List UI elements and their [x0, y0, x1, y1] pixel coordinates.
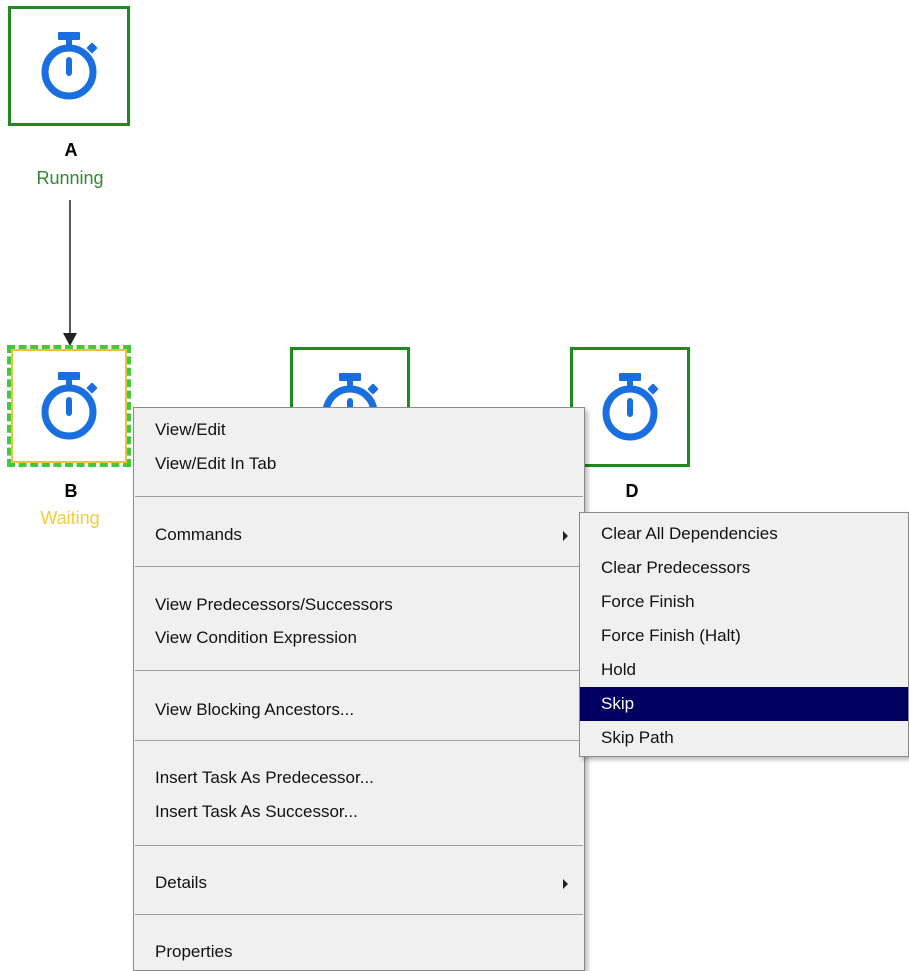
menu-separator	[135, 566, 583, 567]
node-b-name: B	[64, 481, 78, 501]
menu-item-view-edit-in-tab[interactable]: View/Edit In Tab	[134, 448, 584, 480]
stopwatch-icon	[594, 371, 666, 443]
dependency-arrow	[63, 200, 77, 346]
task-node-d[interactable]	[570, 347, 690, 467]
task-node-a[interactable]	[8, 6, 130, 126]
stopwatch-icon	[33, 370, 105, 442]
menu-item-details[interactable]: Details	[134, 867, 584, 899]
stopwatch-icon	[33, 30, 105, 102]
menu-item-view-condition-expression[interactable]: View Condition Expression	[134, 622, 584, 654]
node-a-name: A	[64, 140, 78, 160]
menu-item-commands[interactable]: Commands	[134, 519, 584, 551]
menu-item-insert-task-as-predecessor[interactable]: Insert Task As Predecessor...	[134, 762, 584, 794]
menu-item-label: Commands	[155, 525, 242, 544]
menu-item-view-blocking-ancestors[interactable]: View Blocking Ancestors...	[134, 694, 584, 726]
menu-separator	[135, 496, 583, 497]
menu-item-label: Details	[155, 873, 207, 892]
chevron-right-icon	[563, 531, 568, 541]
menu-separator	[135, 845, 583, 846]
submenu-item-force-finish-halt[interactable]: Force Finish (Halt)	[580, 619, 908, 653]
menu-separator	[135, 740, 583, 741]
menu-item-view-predecessors-successors[interactable]: View Predecessors/Successors	[134, 589, 584, 621]
submenu-item-clear-all-dependencies[interactable]: Clear All Dependencies	[580, 517, 908, 551]
context-menu: View/Edit View/Edit In Tab Commands View…	[133, 407, 585, 971]
menu-separator	[135, 914, 583, 915]
submenu-item-hold[interactable]: Hold	[580, 653, 908, 687]
submenu-item-skip-path[interactable]: Skip Path	[580, 721, 908, 755]
node-a-status: Running	[36, 168, 104, 188]
commands-submenu: Clear All Dependencies Clear Predecessor…	[579, 512, 909, 757]
node-d-name: D	[625, 481, 639, 501]
menu-item-view-edit[interactable]: View/Edit	[134, 414, 584, 446]
submenu-item-clear-predecessors[interactable]: Clear Predecessors	[580, 551, 908, 585]
menu-item-insert-task-as-successor[interactable]: Insert Task As Successor...	[134, 796, 584, 828]
submenu-item-force-finish[interactable]: Force Finish	[580, 585, 908, 619]
task-node-b[interactable]	[7, 345, 131, 467]
menu-item-properties[interactable]: Properties	[134, 936, 584, 968]
menu-separator	[135, 670, 583, 671]
submenu-item-skip[interactable]: Skip	[580, 687, 908, 721]
chevron-right-icon	[563, 879, 568, 889]
node-b-status: Waiting	[40, 508, 100, 528]
